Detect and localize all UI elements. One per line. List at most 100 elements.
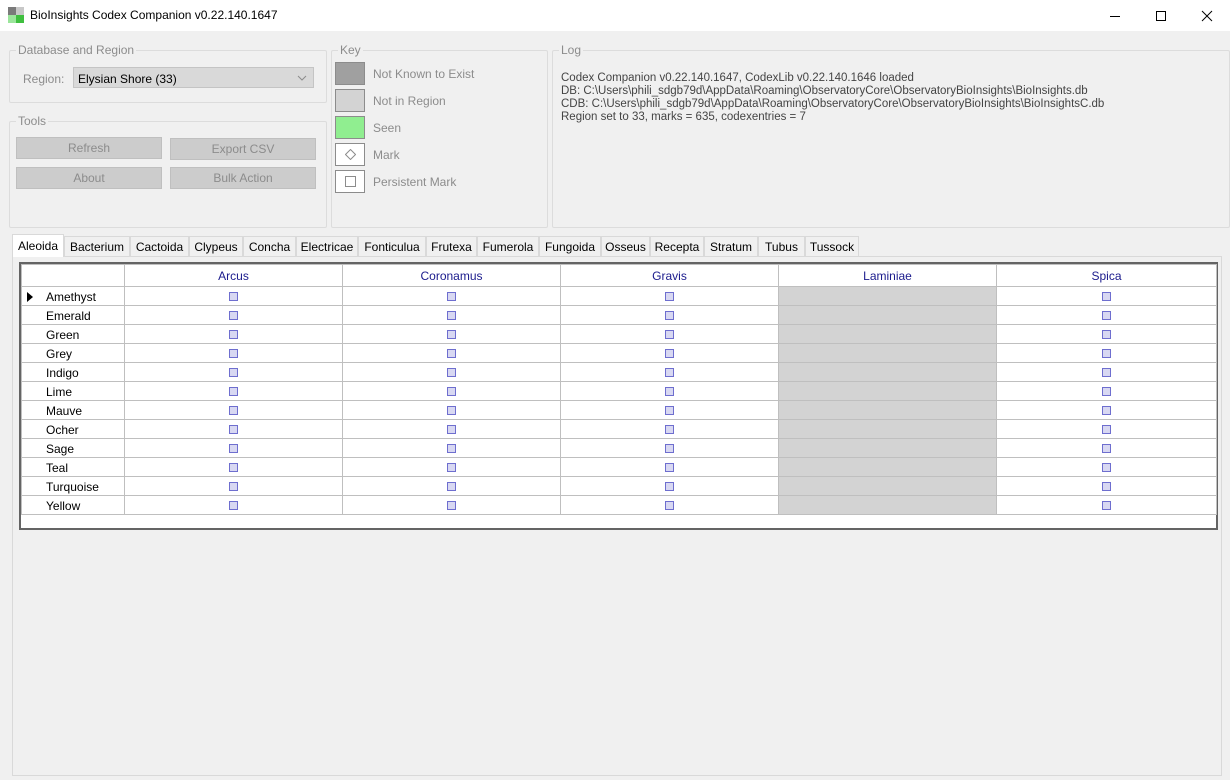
mark-checkbox[interactable] xyxy=(1102,406,1111,416)
table-row[interactable]: Emerald xyxy=(21,305,1217,325)
mark-checkbox[interactable] xyxy=(1102,311,1111,321)
column-header[interactable]: Coronamus xyxy=(342,264,561,287)
mark-checkbox[interactable] xyxy=(1102,330,1111,340)
column-header[interactable]: Arcus xyxy=(124,264,343,287)
grid-cell[interactable] xyxy=(342,362,561,382)
mark-checkbox[interactable] xyxy=(1102,387,1111,397)
row-header[interactable]: Indigo xyxy=(21,362,125,382)
mark-checkbox[interactable] xyxy=(229,463,238,473)
grid-cell[interactable] xyxy=(560,419,779,439)
grid-cell[interactable] xyxy=(124,324,343,344)
region-select[interactable]: Elysian Shore (33) xyxy=(73,67,314,88)
mark-checkbox[interactable] xyxy=(665,406,674,416)
table-row[interactable]: Grey xyxy=(21,343,1217,363)
grid-cell-not-in-region[interactable] xyxy=(778,305,997,325)
mark-checkbox[interactable] xyxy=(665,463,674,473)
grid-cell[interactable] xyxy=(996,286,1217,306)
grid-cell[interactable] xyxy=(342,343,561,363)
grid-cell[interactable] xyxy=(560,400,779,420)
grid-cell[interactable] xyxy=(124,343,343,363)
column-header[interactable]: Laminiae xyxy=(778,264,997,287)
grid-cell[interactable] xyxy=(342,286,561,306)
grid-cell-not-in-region[interactable] xyxy=(778,457,997,477)
grid-cell-not-in-region[interactable] xyxy=(778,324,997,344)
table-row[interactable]: Mauve xyxy=(21,400,1217,420)
grid-cell[interactable] xyxy=(124,286,343,306)
tab-fumerola[interactable]: Fumerola xyxy=(477,236,539,256)
grid-cell-not-in-region[interactable] xyxy=(778,400,997,420)
mark-checkbox[interactable] xyxy=(229,406,238,416)
mark-checkbox[interactable] xyxy=(665,425,674,435)
mark-checkbox[interactable] xyxy=(665,387,674,397)
tab-stratum[interactable]: Stratum xyxy=(704,236,758,256)
grid-cell[interactable] xyxy=(342,381,561,401)
mark-checkbox[interactable] xyxy=(229,311,238,321)
tab-electricae[interactable]: Electricae xyxy=(296,236,358,256)
tab-cactoida[interactable]: Cactoida xyxy=(130,236,189,256)
mark-checkbox[interactable] xyxy=(1102,292,1111,302)
mark-checkbox[interactable] xyxy=(1102,501,1111,511)
mark-checkbox[interactable] xyxy=(447,463,456,473)
tab-fonticulua[interactable]: Fonticulua xyxy=(358,236,426,256)
mark-checkbox[interactable] xyxy=(665,444,674,454)
table-row[interactable]: Sage xyxy=(21,438,1217,458)
column-header[interactable]: Gravis xyxy=(560,264,779,287)
grid-cell[interactable] xyxy=(124,476,343,496)
column-header[interactable]: Spica xyxy=(996,264,1217,287)
bulk-action-button[interactable]: Bulk Action xyxy=(170,167,316,189)
export-csv-button[interactable]: Export CSV xyxy=(170,138,316,160)
tab-recepta[interactable]: Recepta xyxy=(650,236,704,256)
grid-cell[interactable] xyxy=(560,438,779,458)
row-header[interactable]: Lime xyxy=(21,381,125,401)
tab-frutexa[interactable]: Frutexa xyxy=(426,236,477,256)
grid-corner-header[interactable] xyxy=(21,264,125,287)
grid-cell-not-in-region[interactable] xyxy=(778,381,997,401)
tab-osseus[interactable]: Osseus xyxy=(601,236,650,256)
mark-checkbox[interactable] xyxy=(229,292,238,302)
tab-tussock[interactable]: Tussock xyxy=(805,236,859,256)
grid-cell[interactable] xyxy=(124,495,343,515)
grid-cell[interactable] xyxy=(560,343,779,363)
mark-checkbox[interactable] xyxy=(447,501,456,511)
mark-checkbox[interactable] xyxy=(447,406,456,416)
title-bar[interactable]: BioInsights Codex Companion v0.22.140.16… xyxy=(0,0,1230,31)
grid-cell-not-in-region[interactable] xyxy=(778,476,997,496)
grid-cell-not-in-region[interactable] xyxy=(778,419,997,439)
grid-cell-not-in-region[interactable] xyxy=(778,438,997,458)
mark-checkbox[interactable] xyxy=(447,311,456,321)
mark-checkbox[interactable] xyxy=(665,501,674,511)
mark-checkbox[interactable] xyxy=(229,444,238,454)
table-row[interactable]: Ocher xyxy=(21,419,1217,439)
grid-cell[interactable] xyxy=(124,362,343,382)
row-header[interactable]: Sage xyxy=(21,438,125,458)
grid-cell[interactable] xyxy=(996,419,1217,439)
mark-checkbox[interactable] xyxy=(1102,444,1111,454)
grid-cell[interactable] xyxy=(996,362,1217,382)
mark-checkbox[interactable] xyxy=(447,482,456,492)
tab-clypeus[interactable]: Clypeus xyxy=(189,236,243,256)
table-row[interactable]: Teal xyxy=(21,457,1217,477)
grid-cell[interactable] xyxy=(124,457,343,477)
grid-cell[interactable] xyxy=(124,438,343,458)
mark-checkbox[interactable] xyxy=(229,482,238,492)
grid-cell[interactable] xyxy=(996,381,1217,401)
row-header[interactable]: Amethyst xyxy=(21,286,125,306)
row-header[interactable]: Turquoise xyxy=(21,476,125,496)
grid-cell[interactable] xyxy=(560,286,779,306)
tab-tubus[interactable]: Tubus xyxy=(758,236,805,256)
mark-checkbox[interactable] xyxy=(1102,463,1111,473)
species-grid[interactable]: Arcus Coronamus Gravis Laminiae Spica Amethy… xyxy=(19,262,1218,530)
grid-cell[interactable] xyxy=(342,495,561,515)
mark-checkbox[interactable] xyxy=(665,292,674,302)
grid-cell-not-in-region[interactable] xyxy=(778,286,997,306)
grid-cell[interactable] xyxy=(996,400,1217,420)
mark-checkbox[interactable] xyxy=(665,368,674,378)
about-button[interactable]: About xyxy=(16,167,162,189)
minimize-button[interactable] xyxy=(1092,0,1138,31)
grid-cell[interactable] xyxy=(560,495,779,515)
log-output[interactable]: Codex Companion v0.22.140.1647, CodexLib… xyxy=(552,66,1224,136)
grid-cell[interactable] xyxy=(996,438,1217,458)
row-header[interactable]: Mauve xyxy=(21,400,125,420)
row-header[interactable]: Yellow xyxy=(21,495,125,515)
grid-cell[interactable] xyxy=(342,457,561,477)
